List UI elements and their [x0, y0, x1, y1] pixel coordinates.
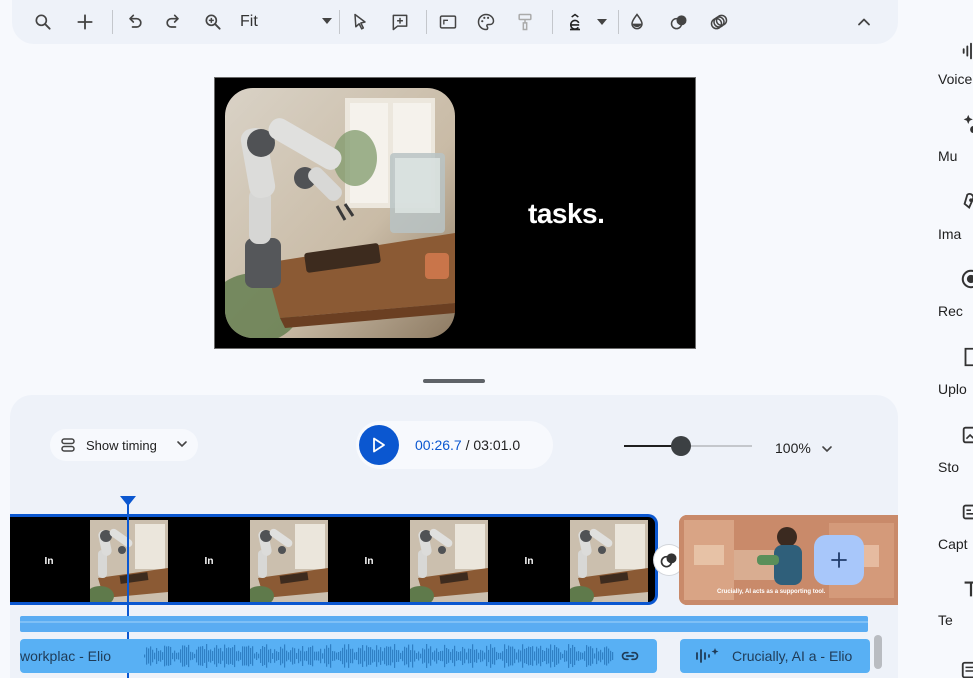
rail-item-label: Sto	[938, 459, 960, 475]
record-icon	[961, 269, 973, 289]
add-icon	[831, 552, 847, 568]
clip-frame-photo	[90, 520, 168, 602]
chevron-down-icon	[177, 441, 187, 448]
clip-frame-photo	[410, 520, 488, 602]
voice-icon	[962, 42, 972, 60]
time-separator: /	[461, 437, 474, 453]
more-tools-icon[interactable]	[960, 660, 973, 678]
clip-frame-label: In	[204, 555, 214, 567]
zoom-fit-select[interactable]: Fit	[240, 8, 332, 36]
transition-effect-icon[interactable]	[704, 7, 734, 37]
timecode: 00:26.7 / 03:01.0	[415, 437, 520, 453]
zoom-fit-label: Fit	[240, 13, 258, 30]
audio-clip-voiceover-1[interactable]: workplac - Elio	[20, 639, 657, 673]
timing-rows-icon	[61, 438, 75, 452]
text-style-icon[interactable]	[560, 7, 590, 37]
opacity-drop-icon[interactable]	[622, 7, 652, 37]
second-clip-caption: Crucially, AI acts as a supporting tool.	[717, 589, 826, 595]
clip-frame-label: In	[524, 555, 534, 567]
clip-frame-label: In	[364, 555, 374, 567]
blend-icon	[660, 553, 677, 568]
audio-clip-label: workplac - Elio	[20, 648, 112, 664]
rail-item-label: Voice	[938, 71, 973, 87]
rail-item-label: Ima	[938, 226, 962, 242]
current-time: 00:26.7	[415, 437, 462, 453]
chevron-down-icon[interactable]	[597, 19, 607, 25]
video-clip-next[interactable]: Crucially, AI acts as a supporting tool.	[679, 515, 898, 605]
music-sparkle-icon	[963, 114, 973, 134]
search-icon[interactable]	[28, 7, 58, 37]
show-timing-button[interactable]: Show timing	[50, 429, 198, 461]
toolbar-divider	[426, 10, 427, 34]
rail-item-label: Mu	[938, 148, 958, 164]
toolbar-divider	[339, 10, 340, 34]
chevron-down-icon	[322, 18, 332, 24]
add-clip-button[interactable]	[814, 535, 864, 585]
redo-icon[interactable]	[158, 7, 188, 37]
toolbar-divider	[618, 10, 619, 34]
pointer-icon[interactable]	[345, 7, 375, 37]
clip-frame-text: In	[10, 520, 88, 602]
timeline-panel: Show timing 00:26.7 / 03:01.0 100% In In I…	[10, 395, 898, 678]
robot-arm-photo	[225, 88, 455, 338]
zoom-slider-thumb[interactable]	[671, 436, 691, 456]
stock-icon	[962, 426, 973, 444]
rail-item-record[interactable]: Rec	[930, 268, 973, 338]
clip-frame-photo	[250, 520, 328, 602]
caption-track-bar[interactable]	[20, 616, 868, 632]
play-icon	[373, 437, 385, 453]
upload-icon	[964, 347, 973, 367]
rail-item-label: Rec	[938, 303, 963, 319]
clip-frame-text: In	[330, 520, 408, 602]
timeline-zoom-slider[interactable]	[624, 436, 752, 456]
image-icon	[963, 193, 973, 209]
editor-toolbar: Fit	[12, 0, 898, 44]
video-preview[interactable]: tasks.	[214, 77, 696, 349]
toolbar-divider	[112, 10, 113, 34]
audio-clip-voiceover-2[interactable]: Crucially, AI a - Elio	[680, 639, 870, 673]
rail-item-images[interactable]: Ima	[930, 191, 973, 261]
waveform	[144, 644, 614, 668]
preview-resize-handle[interactable]	[423, 379, 485, 383]
rail-item-label: Capt	[938, 536, 968, 552]
show-timing-label: Show timing	[86, 438, 157, 453]
audio-clip-label: Crucially, AI a - Elio	[732, 648, 853, 664]
captions-icon	[962, 504, 973, 520]
rail-item-upload[interactable]: Uplo	[930, 346, 973, 416]
clip-frame-label: In	[44, 555, 54, 567]
text-icon	[964, 581, 973, 597]
play-button[interactable]	[359, 425, 399, 465]
timeline-scrollbar[interactable]	[874, 635, 882, 669]
add-icon[interactable]	[70, 7, 100, 37]
link-icon[interactable]	[619, 646, 641, 666]
preview-overlay-text: tasks.	[528, 198, 605, 229]
clip-frame-photo	[570, 520, 648, 602]
collapse-toolbar-icon[interactable]	[849, 7, 879, 37]
rail-item-music[interactable]: Mu	[930, 113, 973, 183]
rail-item-label: Uplo	[938, 381, 967, 397]
zoom-percent-label: 100%	[775, 440, 811, 456]
ai-voice-sparkle-icon	[696, 648, 719, 663]
playback-controls: 00:26.7 / 03:01.0	[356, 421, 553, 469]
undo-icon[interactable]	[120, 7, 150, 37]
clip-frame-text: In	[490, 520, 568, 602]
clip-frame-text: In	[170, 520, 248, 602]
total-time: 03:01.0	[473, 437, 521, 453]
zoom-in-icon[interactable]	[198, 7, 228, 37]
palette-icon[interactable]	[471, 7, 501, 37]
rail-item-text[interactable]: Te	[930, 578, 973, 648]
rail-item-label: Te	[938, 612, 953, 628]
chevron-down-icon	[821, 446, 832, 453]
crop-frame-icon[interactable]	[433, 7, 463, 37]
toolbar-divider	[552, 10, 553, 34]
video-clip-selected[interactable]: In In In In	[10, 514, 658, 605]
zoom-percent-select[interactable]: 100%	[775, 440, 833, 456]
format-paint-icon[interactable]	[510, 7, 540, 37]
rail-item-stock[interactable]: Sto	[930, 424, 973, 494]
add-text-box-icon[interactable]	[385, 7, 415, 37]
blend-icon[interactable]	[664, 7, 694, 37]
rail-item-voice[interactable]: Voice	[930, 36, 973, 106]
rail-item-captions[interactable]: Capt	[930, 501, 973, 571]
